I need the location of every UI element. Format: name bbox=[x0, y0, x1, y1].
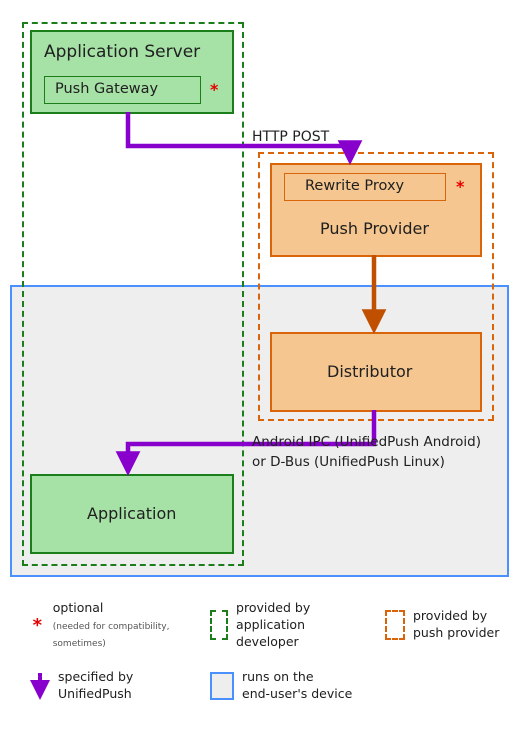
ipc-label: Android IPC (UnifiedPush Android) or D-B… bbox=[252, 432, 498, 473]
optional-asterisk-gateway: * bbox=[210, 80, 218, 99]
legend-row-1: * optional (needed for compatibility, so… bbox=[30, 600, 500, 651]
legend-green-dashed-icon bbox=[210, 610, 228, 640]
distributor-box: Distributor bbox=[270, 332, 482, 412]
distributor-label: Distributor bbox=[327, 362, 412, 381]
push-provider-label: Push Provider bbox=[320, 219, 429, 238]
legend-optional: * optional (needed for compatibility, so… bbox=[30, 600, 180, 651]
legend-provided-dev-l2: application developer bbox=[236, 617, 305, 649]
application-server-label: Application Server bbox=[44, 42, 200, 62]
legend-blue-box-icon bbox=[210, 672, 234, 700]
legend-row-2: specified by UnifiedPush runs on the end… bbox=[30, 669, 500, 703]
ipc-label-line2: or D-Bus (UnifiedPush Linux) bbox=[252, 454, 445, 470]
push-provider-box: Rewrite Proxy * Push Provider bbox=[270, 163, 482, 257]
legend-provided-pp-l2: push provider bbox=[413, 625, 499, 640]
legend-specified-l1: specified by bbox=[58, 669, 133, 684]
legend-runs-l1: runs on the bbox=[242, 669, 314, 684]
legend-provided-pp: provided by push provider bbox=[385, 608, 499, 642]
legend: * optional (needed for compatibility, so… bbox=[30, 600, 500, 720]
legend-runs: runs on the end-user's device bbox=[210, 669, 352, 703]
legend-purple-arrow-icon bbox=[30, 671, 50, 701]
legend-asterisk-icon: * bbox=[30, 615, 45, 636]
legend-specified: specified by UnifiedPush bbox=[30, 669, 180, 703]
push-gateway-label: Push Gateway bbox=[55, 81, 158, 97]
optional-asterisk-proxy: * bbox=[456, 177, 464, 196]
legend-provided-dev: provided by application developer bbox=[210, 600, 355, 651]
ipc-label-line1: Android IPC (UnifiedPush Android) bbox=[252, 434, 481, 450]
push-gateway-box: Push Gateway bbox=[44, 76, 201, 104]
application-server-box: Application Server Push Gateway * bbox=[30, 30, 234, 114]
legend-orange-dashed-icon bbox=[385, 610, 405, 640]
http-post-label: HTTP POST bbox=[252, 129, 329, 145]
legend-runs-l2: end-user's device bbox=[242, 686, 352, 701]
legend-optional-text: optional bbox=[53, 600, 104, 615]
legend-specified-l2: UnifiedPush bbox=[58, 686, 132, 701]
application-box: Application bbox=[30, 474, 234, 554]
application-label: Application bbox=[87, 504, 176, 523]
rewrite-proxy-label: Rewrite Proxy bbox=[305, 178, 404, 194]
legend-optional-sub: (needed for compatibility, sometimes) bbox=[53, 622, 170, 649]
rewrite-proxy-box: Rewrite Proxy bbox=[284, 173, 446, 201]
legend-provided-pp-l1: provided by bbox=[413, 608, 487, 623]
diagram-canvas: Application Server Push Gateway * Rewrit… bbox=[0, 0, 520, 737]
legend-provided-dev-l1: provided by bbox=[236, 600, 310, 615]
